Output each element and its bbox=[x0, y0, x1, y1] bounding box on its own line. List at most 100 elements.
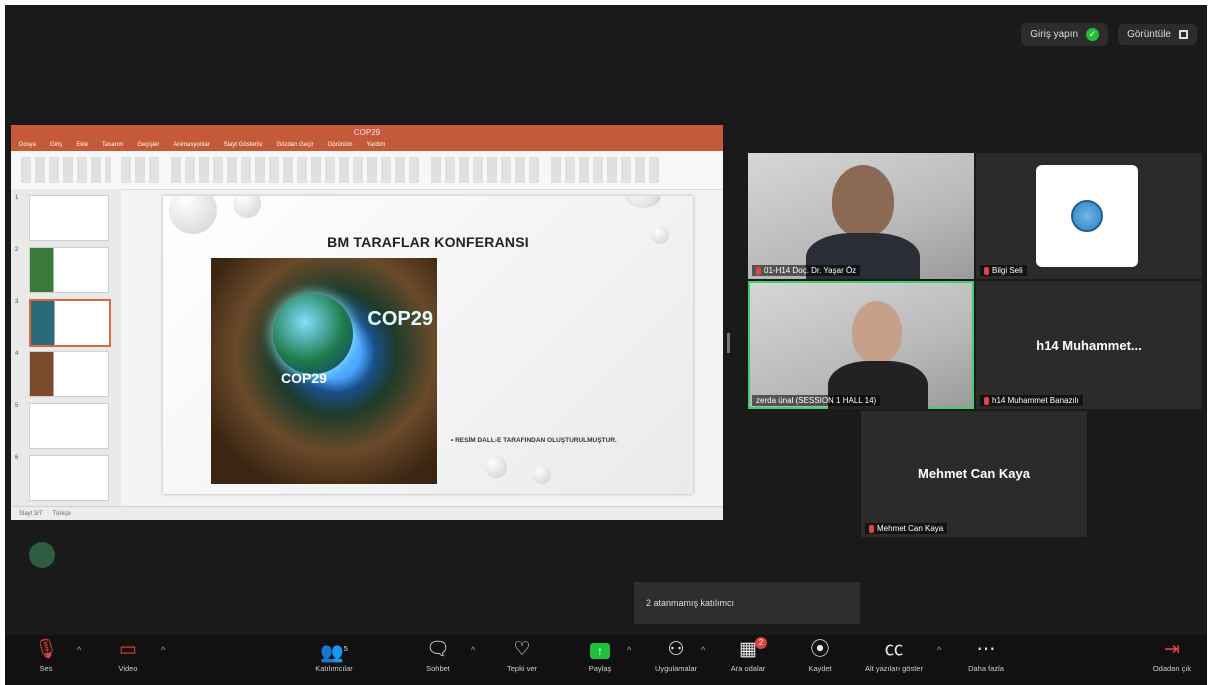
view-grid-icon bbox=[1179, 30, 1188, 39]
split-divider-handle[interactable] bbox=[727, 333, 730, 353]
unassigned-participants-toast[interactable]: 2 atanmamış katılımcı bbox=[634, 582, 860, 624]
breakout-rooms-button[interactable]: ▦ 2 Ara odalar bbox=[713, 637, 783, 673]
current-slide[interactable]: BM TARAFLAR KONFERANSI COP29 COP29 • RES… bbox=[163, 196, 693, 494]
view-button[interactable]: Görüntüle bbox=[1118, 24, 1197, 45]
leave-room-icon: ⇥ bbox=[1164, 639, 1180, 660]
security-shield-icon[interactable]: ✓ bbox=[1086, 28, 1100, 41]
share-button[interactable]: ↑ Paylaş bbox=[565, 639, 635, 673]
react-button[interactable]: ♡ Tepki ver bbox=[487, 639, 557, 673]
language-indicator: Türkçe bbox=[52, 510, 71, 517]
ppt-tab[interactable]: Dosya bbox=[19, 142, 36, 148]
ppt-tab[interactable]: Animasyonlar bbox=[173, 142, 209, 148]
slide-thumbnail-selected[interactable] bbox=[29, 299, 111, 347]
participant-tile[interactable]: h14 Muhammet... h14 Muhammet Banazılı bbox=[976, 281, 1202, 409]
mic-muted-icon bbox=[756, 266, 761, 275]
slide-thumbnail-pane: 1 2 3 4 5 6 bbox=[11, 189, 121, 507]
more-button[interactable]: ⋯ Daha fazla bbox=[951, 639, 1021, 673]
signin-pill[interactable]: Giriş yapın ✓ bbox=[1021, 23, 1109, 46]
image-text: COP29 bbox=[281, 370, 327, 386]
captions-options-caret[interactable]: ^ bbox=[937, 645, 941, 655]
share-options-caret[interactable]: ^ bbox=[627, 645, 631, 655]
slide-thumbnail[interactable] bbox=[29, 195, 109, 241]
breakout-badge: 2 bbox=[755, 637, 767, 649]
slide-thumbnail[interactable] bbox=[29, 455, 109, 501]
ppt-tab[interactable]: Ekle bbox=[76, 142, 88, 148]
water-drop-decoration bbox=[233, 196, 261, 218]
apps-options-caret[interactable]: ^ bbox=[701, 645, 705, 655]
ppt-tab[interactable]: Giriş bbox=[50, 142, 62, 148]
ppt-tab[interactable]: Tasarım bbox=[102, 142, 123, 148]
ppt-tab[interactable]: Yardım bbox=[366, 142, 385, 148]
ppt-tab[interactable]: Geçişler bbox=[137, 142, 159, 148]
participant-avatar-logo bbox=[1036, 165, 1138, 267]
mic-muted-icon bbox=[869, 524, 874, 533]
mic-muted-icon: 🎙 bbox=[33, 639, 59, 660]
self-view-avatar[interactable] bbox=[29, 542, 55, 568]
participant-name-tag: h14 Muhammet Banazılı bbox=[980, 395, 1083, 406]
ppt-tab[interactable]: Gözden Geçir bbox=[276, 142, 313, 148]
ribbon-editing-group[interactable] bbox=[551, 157, 661, 183]
view-label: Görüntüle bbox=[1127, 29, 1171, 40]
water-drop-decoration bbox=[533, 466, 551, 484]
shared-screen-powerpoint[interactable]: COP29 Dosya Giriş Ekle Tasarım Geçişler … bbox=[11, 125, 723, 520]
participant-name: zerda ünal (SESSION 1 HALL 14) bbox=[756, 396, 877, 405]
record-icon: ⦿ bbox=[810, 639, 830, 660]
share-screen-icon: ↑ bbox=[565, 639, 635, 661]
record-label: Kaydet bbox=[808, 664, 832, 673]
chat-options-caret[interactable]: ^ bbox=[471, 645, 475, 655]
ribbon-font-group[interactable] bbox=[171, 157, 421, 183]
captions-label: Alt yazıları göster bbox=[865, 664, 923, 673]
apps-label: Uygulamalar bbox=[654, 664, 698, 673]
chat-label: Sohbet bbox=[426, 664, 450, 673]
video-label: Video bbox=[118, 664, 138, 673]
participants-label: Katılımcılar bbox=[315, 664, 353, 673]
participant-tile[interactable]: Mehmet Can Kaya Mehmet Can Kaya bbox=[861, 411, 1087, 537]
ribbon-clipboard-group[interactable] bbox=[21, 157, 111, 183]
captions-button[interactable]: ㏄ Alt yazıları göster bbox=[851, 639, 937, 673]
water-drop-decoration bbox=[625, 196, 661, 208]
chat-icon: 🗨 bbox=[425, 639, 451, 660]
ppt-tab[interactable]: Slayt Gösterisi bbox=[224, 142, 263, 148]
participants-button[interactable]: 👥5 Katılımcılar bbox=[299, 639, 369, 673]
participant-video-tile[interactable]: 01-H14 Doç. Dr. Yaşar Öz bbox=[748, 153, 974, 279]
participant-video-tile-active-speaker[interactable]: zerda ünal (SESSION 1 HALL 14) bbox=[748, 281, 974, 409]
chat-button[interactable]: 🗨 Sohbet bbox=[403, 639, 473, 673]
top-bar: Giriş yapın ✓ Görüntüle bbox=[1021, 23, 1197, 46]
video-button[interactable]: ▭ Video bbox=[93, 639, 163, 673]
organization-logo-icon bbox=[1071, 200, 1103, 232]
slide-number: 1 bbox=[15, 195, 19, 201]
slide-number: 5 bbox=[15, 403, 19, 409]
cop29-image: COP29 COP29 bbox=[211, 258, 437, 484]
participants-count: 5 bbox=[343, 646, 348, 653]
more-icon: ⋯ bbox=[976, 639, 996, 660]
participant-tile[interactable]: Bilgi Seli bbox=[976, 153, 1202, 279]
mic-muted-icon bbox=[984, 396, 989, 405]
audio-options-caret[interactable]: ^ bbox=[77, 645, 81, 655]
audio-button[interactable]: 🎙 Ses bbox=[11, 639, 81, 673]
image-text: COP29 bbox=[367, 308, 433, 330]
breakout-rooms-icon: ▦ 2 bbox=[713, 637, 783, 661]
ribbon-drawing-group[interactable] bbox=[431, 157, 541, 183]
react-label: Tepki ver bbox=[506, 664, 537, 673]
video-options-caret[interactable]: ^ bbox=[161, 645, 165, 655]
participants-icon: 👥5 bbox=[320, 642, 348, 664]
slide-number: 6 bbox=[15, 455, 19, 461]
signin-label: Giriş yapın bbox=[1030, 29, 1079, 40]
toast-text: 2 atanmamış katılımcı bbox=[646, 598, 735, 608]
participant-name: 01-H14 Doç. Dr. Yaşar Öz bbox=[764, 266, 857, 275]
video-off-icon: ▭ bbox=[119, 639, 137, 660]
ppt-ribbon-tabs: Dosya Giriş Ekle Tasarım Geçişler Animas… bbox=[11, 139, 723, 151]
record-button[interactable]: ⦿ Kaydet bbox=[785, 639, 855, 673]
meeting-toolbar: 🎙 Ses ^ ▭ Video ^ 👥5 Katılımcılar 🗨 Sohb… bbox=[5, 635, 1207, 685]
ppt-tab[interactable]: Görünüm bbox=[327, 142, 352, 148]
mic-muted-icon bbox=[984, 266, 989, 275]
audio-label: Ses bbox=[39, 664, 53, 673]
heart-icon: ♡ bbox=[513, 639, 531, 660]
slide-thumbnail[interactable] bbox=[29, 351, 109, 397]
ribbon-slides-group[interactable] bbox=[121, 157, 161, 183]
leave-room-button[interactable]: ⇥ Odadan çık bbox=[1137, 639, 1207, 673]
slide-thumbnail[interactable] bbox=[29, 247, 109, 293]
leave-label: Odadan çık bbox=[1152, 664, 1192, 673]
ppt-window-title: COP29 bbox=[353, 127, 381, 137]
slide-thumbnail[interactable] bbox=[29, 403, 109, 449]
